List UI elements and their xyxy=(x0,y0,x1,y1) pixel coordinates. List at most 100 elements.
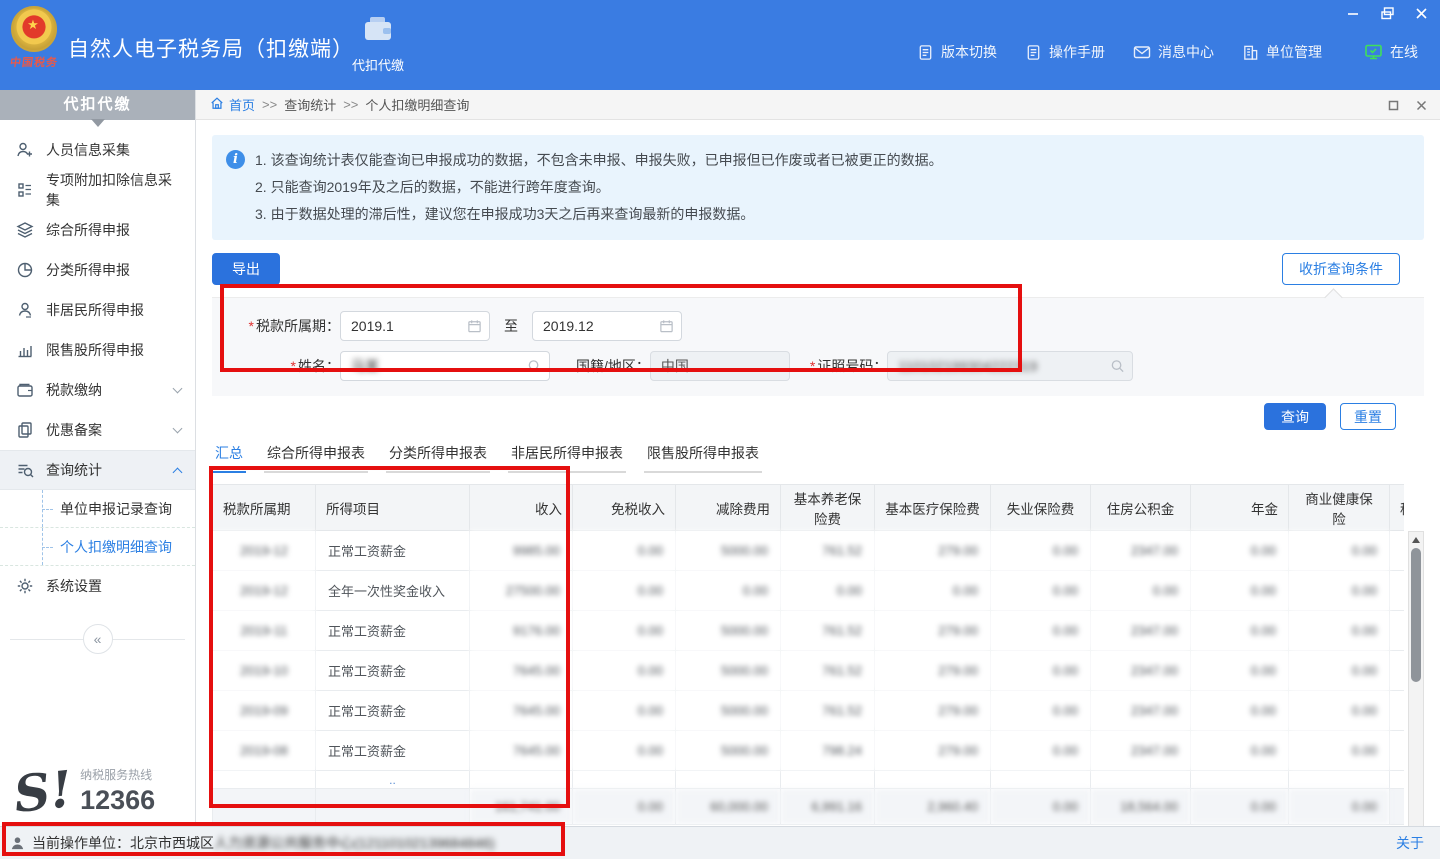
chevron-down-icon xyxy=(173,424,183,434)
search-icon[interactable] xyxy=(1110,359,1125,374)
value-cell: 2347.00 xyxy=(1091,531,1191,571)
period-cell: 2019-12 xyxy=(213,531,316,571)
menu-item-online-status[interactable]: 在线 xyxy=(1364,42,1418,62)
export-button[interactable]: 导出 xyxy=(212,253,280,285)
menu-item-manual[interactable]: 操作手册 xyxy=(1025,42,1105,62)
sidebar-item-special-deduction[interactable]: 专项附加扣除信息采集 xyxy=(0,170,195,210)
table-row: 2019-12 正常工资薪金 9985.00 0.00 5000.00 761.… xyxy=(213,531,1405,571)
vertical-scrollbar[interactable] xyxy=(1408,531,1424,843)
required-mark: * xyxy=(249,318,254,334)
filter-row-person: *姓名： 马某 国籍/地区： 中国 *证照号码： 110102199304222… xyxy=(212,351,1424,381)
id-label: *证照号码： xyxy=(810,356,887,376)
sidebar-item-system-settings[interactable]: 系统设置 xyxy=(0,566,195,606)
required-mark: * xyxy=(291,358,296,374)
table-row: 2019-10 正常工资薪金 7645.00 0.00 5000.00 761.… xyxy=(213,651,1405,691)
income-item-cell: 正常工资薪金 xyxy=(316,651,470,691)
sidebar-item-label: 查询统计 xyxy=(46,460,174,480)
value-cell: 0.00 xyxy=(991,731,1091,771)
period-cell: 2019-10 xyxy=(213,651,316,691)
period-cell: 2019-12 xyxy=(213,571,316,611)
notice-line: 2. 只能查询2019年及之后的数据，不能进行跨年度查询。 xyxy=(255,174,943,201)
person-add-icon xyxy=(16,141,34,159)
sidebar-item-query-statistics[interactable]: 查询统计 xyxy=(0,450,195,490)
tab-classified-income[interactable]: 分类所得申报表 xyxy=(386,443,490,473)
sidebar-subitem-personal-withholding-query[interactable]: 个人扣缴明细查询 xyxy=(0,528,195,566)
page-close-icon[interactable] xyxy=(1414,98,1428,112)
value-cell: 7645.00 xyxy=(470,651,573,691)
sidebar-item-restricted-shares[interactable]: 限售股所得申报 xyxy=(0,330,195,370)
nationality-field[interactable]: 中国 xyxy=(650,351,790,381)
vertical-scroll-thumb[interactable] xyxy=(1411,548,1421,682)
restore-button[interactable] xyxy=(1378,4,1396,22)
value-cell: 0.00 xyxy=(1091,571,1191,611)
scroll-up-arrow-icon[interactable] xyxy=(1412,537,1420,543)
value-cell: 0.00 xyxy=(991,571,1091,611)
copy-icon xyxy=(16,421,34,439)
menu-item-version-switch[interactable]: 版本切换 xyxy=(917,42,997,62)
mail-icon xyxy=(1133,44,1151,60)
calendar-icon[interactable] xyxy=(467,319,482,334)
breadcrumb-home-link[interactable]: 首页 xyxy=(210,95,255,114)
income-item-cell: 正常工资薪金 xyxy=(316,531,470,571)
table-row: 2019-08 正常工资薪金 7645.00 0.00 5000.00 798.… xyxy=(213,731,1405,771)
breadcrumb-separator: >> xyxy=(262,97,277,112)
breadcrumb-level1[interactable]: 查询统计 xyxy=(284,95,336,114)
toolbar: 导出 收折查询条件 xyxy=(212,253,1424,285)
nationality-input[interactable]: 中国 xyxy=(650,351,790,381)
sidebar-item-tax-payment[interactable]: 税款缴纳 xyxy=(0,370,195,410)
name-field[interactable]: 马某 xyxy=(340,351,550,381)
header-tab-label: 代扣代缴 xyxy=(340,55,416,74)
collapse-query-button[interactable]: 收折查询条件 xyxy=(1282,253,1400,285)
value-cell: 2347.00 xyxy=(1091,611,1191,651)
tab-nonresident-income[interactable]: 非居民所得申报表 xyxy=(508,443,626,473)
value-cell: 761.52 xyxy=(781,611,875,651)
about-link[interactable]: 关于 xyxy=(1396,833,1424,853)
value-cell: 0.00 xyxy=(991,651,1091,691)
sidebar-item-preferential-filing[interactable]: 优惠备案 xyxy=(0,410,195,450)
search-icon[interactable] xyxy=(527,359,542,374)
close-button[interactable] xyxy=(1412,4,1430,22)
tab-comprehensive-income[interactable]: 综合所得申报表 xyxy=(264,443,368,473)
sidebar-item-nonresident-income[interactable]: 非居民所得申报 xyxy=(0,290,195,330)
content: i 1. 该查询统计表仅能查询已申报成功的数据，不包含未申报、申报失败，已申报但… xyxy=(196,135,1440,842)
sidebar-item-personnel-info[interactable]: 人员信息采集 xyxy=(0,130,195,170)
status-bar: 当前操作单位： 北京市西城区 人力资源公共服务中心(12110102139684… xyxy=(0,826,1440,859)
sidebar-item-label: 非居民所得申报 xyxy=(46,300,181,320)
id-input[interactable]: 110102199304222319 xyxy=(887,351,1133,381)
menu-item-unit-management[interactable]: 单位管理 xyxy=(1242,42,1322,62)
period-to-field[interactable]: 2019.12 xyxy=(532,311,682,341)
sidebar-item-comprehensive-income[interactable]: 综合所得申报 xyxy=(0,210,195,250)
minimize-button[interactable] xyxy=(1344,4,1362,22)
sidebar-item-classified-income[interactable]: 分类所得申报 xyxy=(0,250,195,290)
sidebar-subitem-unit-declaration-query[interactable]: 单位申报记录查询 xyxy=(0,490,195,528)
calendar-icon[interactable] xyxy=(659,319,674,334)
value-cell: 5000.00 xyxy=(676,691,781,731)
list-icon xyxy=(16,181,34,199)
reset-button[interactable]: 重置 xyxy=(1340,403,1396,430)
income-item-cell: 正常工资薪金 xyxy=(316,611,470,651)
breadcrumb-home-label: 首页 xyxy=(229,95,255,114)
tab-summary[interactable]: 汇总 xyxy=(212,443,246,473)
value-cell: 0.00 xyxy=(875,571,991,611)
search-list-icon xyxy=(16,461,34,479)
summary-value-cell: 2,960.40 xyxy=(875,789,991,825)
header-tab-withholding[interactable]: 代扣代缴 xyxy=(340,14,416,74)
sidebar-collapse-button[interactable]: « xyxy=(83,624,113,654)
pie-chart-icon xyxy=(16,261,34,279)
menu-item-message-center[interactable]: 消息中心 xyxy=(1133,42,1214,62)
value-cell: 0.00 xyxy=(1191,571,1289,611)
hotline-label: 纳税服务热线 xyxy=(80,766,155,783)
layers-icon xyxy=(16,221,34,239)
query-button[interactable]: 查询 xyxy=(1264,403,1326,430)
name-input[interactable]: 马某 xyxy=(340,351,550,381)
value-cell: 5000.00 xyxy=(676,611,781,651)
tab-restricted-shares[interactable]: 限售股所得申报表 xyxy=(644,443,762,473)
page-maximize-icon[interactable] xyxy=(1386,98,1400,112)
chevron-up-icon xyxy=(173,467,183,477)
value-cell: 0.00 xyxy=(1191,731,1289,771)
sidebar-item-label: 优惠备案 xyxy=(46,420,174,440)
notice-line: 1. 该查询统计表仅能查询已申报成功的数据，不包含未申报、申报失败，已申报但已作… xyxy=(255,147,943,174)
period-from-field[interactable]: 2019.1 xyxy=(340,311,490,341)
id-field[interactable]: 110102199304222319 xyxy=(887,351,1133,381)
app-title: 自然人电子税务局（扣缴端） xyxy=(68,33,354,63)
